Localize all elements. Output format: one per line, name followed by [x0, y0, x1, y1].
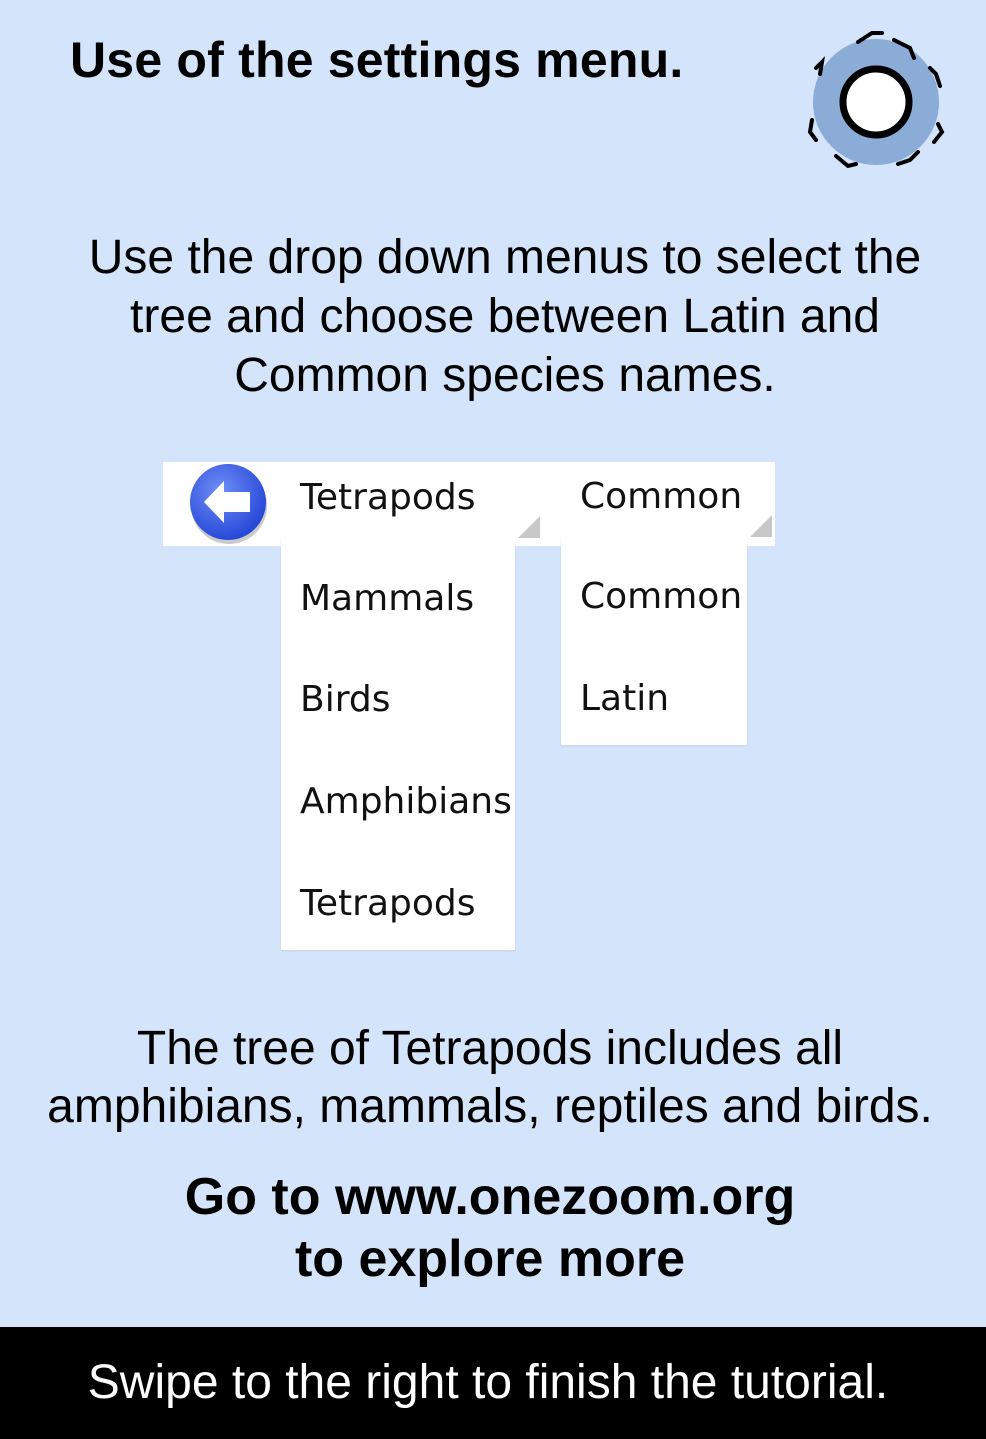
names-option-common[interactable]: Common	[580, 577, 742, 617]
intro-line-2: tree and choose between Latin and	[130, 290, 880, 343]
tree-dropdown-indicator-icon	[518, 516, 540, 538]
intro-line-3: Common species names.	[234, 349, 776, 402]
tree-option-tetrapods[interactable]: Tetrapods	[300, 884, 475, 924]
cta-line-2: to explore more	[294, 1230, 686, 1288]
tree-option-amphibians[interactable]: Amphibians	[300, 782, 512, 822]
description-line-2: amphibians, mammals, reptiles and birds.	[47, 1080, 933, 1133]
cta-line-1: Go to www.onezoom.org	[184, 1168, 796, 1226]
names-option-latin[interactable]: Latin	[580, 679, 669, 719]
website-cta: Go to www.onezoom.org to explore more	[0, 1166, 980, 1290]
intro-text: Use the drop down menus to select the tr…	[30, 228, 980, 405]
page-title: Use of the settings menu.	[70, 32, 684, 88]
names-dropdown-indicator-icon	[750, 515, 772, 537]
tree-option-mammals[interactable]: Mammals	[300, 579, 474, 619]
back-button[interactable]	[188, 461, 270, 547]
tree-dropdown[interactable]: Tetrapods	[300, 478, 475, 518]
gear-icon	[807, 31, 945, 169]
tutorial-page: Use of the settings menu. Use the drop d…	[0, 0, 986, 1439]
intro-line-1: Use the drop down menus to select the	[88, 231, 922, 284]
names-dropdown[interactable]: Common	[580, 477, 742, 517]
tree-description: The tree of Tetrapods includes all amphi…	[0, 1020, 980, 1136]
footer-instruction: Swipe to the right to finish the tutoria…	[87, 1356, 889, 1409]
tree-option-birds[interactable]: Birds	[300, 680, 390, 720]
description-line-1: The tree of Tetrapods includes all	[136, 1022, 844, 1075]
footer-bar: Swipe to the right to finish the tutoria…	[0, 1327, 986, 1439]
